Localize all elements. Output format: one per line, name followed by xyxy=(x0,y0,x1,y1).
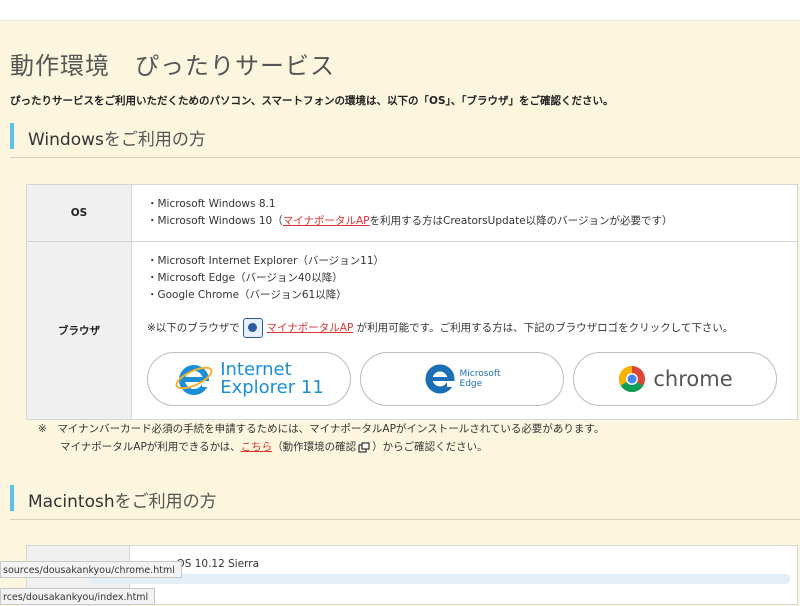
browser-note-prefix: ※以下のブラウザで xyxy=(147,322,240,334)
os-line-win10-prefix: ・Microsoft Windows 10（ xyxy=(147,215,283,227)
footnote-mark: ※ xyxy=(38,423,47,435)
microsoft-edge-button[interactable]: Microsoft Edge xyxy=(360,352,564,406)
windows-section-heading: Windowsをご利用の方 xyxy=(10,119,800,158)
status-bar-url-bottom: rces/dousakankyou/index.html xyxy=(0,588,156,605)
internet-explorer-button[interactable]: Internet Explorer 11 xyxy=(147,352,351,406)
intro-text: ぴったりサービスをご利用いただくためのパソコン、スマートフォンの環境は、以下の「… xyxy=(10,95,614,107)
windows-heading-jp: をご利用の方 xyxy=(103,130,206,150)
browser-header-cell: ブラウザ xyxy=(26,241,132,420)
page-title: 動作環境 ぴったりサービス xyxy=(10,52,335,80)
footnote-line2-suffix: ）からご確認ください。 xyxy=(372,441,488,453)
status-bar-url-top: sources/dousakankyou/chrome.html xyxy=(0,561,182,578)
google-chrome-icon xyxy=(619,365,646,393)
google-chrome-button[interactable]: chrome xyxy=(573,352,777,406)
browser-value-cell: ・Microsoft Internet Explorer（バージョン11） ・M… xyxy=(131,241,798,420)
heading-accent-bar xyxy=(10,123,14,149)
mac-heading-jp: をご利用の方 xyxy=(114,492,217,512)
chrome-label: chrome xyxy=(653,367,733,391)
windows-heading-latin: Windows xyxy=(28,130,104,150)
footnote-line2: マイナポータルAPが利用できるかは、こちら（動作環境の確認 ）からご確認ください。 xyxy=(38,438,604,456)
footnote-line2-prefix: マイナポータルAPが利用できるかは、 xyxy=(60,441,241,453)
os-line-win10: ・Microsoft Windows 10（マイナポータルAPを利用する方はCr… xyxy=(147,213,782,230)
footnote-line2-mid: （動作環境の確認 xyxy=(272,441,357,453)
mac-heading-text: Macintoshをご利用の方 xyxy=(28,487,217,512)
microsoft-edge-icon xyxy=(425,364,456,394)
mac-heading-latin: Macintosh xyxy=(28,492,115,512)
os-row: OS ・Microsoft Windows 8.1 ・Microsoft Win… xyxy=(26,184,798,242)
check-here-link[interactable]: こちら xyxy=(241,441,273,453)
browser-row: ブラウザ ・Microsoft Internet Explorer（バージョン1… xyxy=(26,241,798,420)
browser-line-ie: ・Microsoft Internet Explorer（バージョン11） xyxy=(147,255,385,267)
mac-section-heading: Macintoshをご利用の方 xyxy=(10,481,800,520)
mynaportal-ap-link[interactable]: マイナポータルAP xyxy=(283,215,370,227)
footnote-line1: マイナンバーカード必須の手続を申請するためには、マイナポータルAPがインストール… xyxy=(57,423,605,435)
browser-note: ※以下のブラウザで マイナポータルAP が利用可能です。ご利用する方は、下記のブ… xyxy=(133,304,796,338)
mynaportal-ap-note-link[interactable]: マイナポータルAP xyxy=(267,322,354,334)
footnote: ※ マイナンバーカード必須の手続を申請するためには、マイナポータルAPがインスト… xyxy=(38,420,604,456)
ie-label-line2: Explorer 11 xyxy=(220,377,324,398)
browser-line-edge: ・Microsoft Edge（バージョン40以降） xyxy=(147,272,343,284)
edge-label-line2: Edge xyxy=(459,379,483,389)
internet-explorer-icon xyxy=(175,365,213,395)
browser-line-chrome: ・Google Chrome（バージョン61以降） xyxy=(147,289,347,301)
os-header-cell: OS xyxy=(26,184,132,242)
browser-logo-buttons: Internet Explorer 11 Microsoft Edge chro… xyxy=(133,338,796,418)
browser-note-suffix: が利用可能です。ご利用する方は、下記のブラウザロゴをクリックして下さい。 xyxy=(356,322,734,334)
external-window-icon xyxy=(358,441,370,453)
horizontal-scroll-hint xyxy=(90,574,790,584)
edge-label-line1: Microsoft xyxy=(459,369,501,379)
top-bar xyxy=(0,0,800,21)
mynaportal-app-icon xyxy=(243,318,264,338)
heading-accent-bar xyxy=(10,485,14,511)
os-value-cell: ・Microsoft Windows 8.1 ・Microsoft Window… xyxy=(131,184,798,242)
windows-heading-text: Windowsをご利用の方 xyxy=(28,125,206,150)
os-line-win81: ・Microsoft Windows 8.1 xyxy=(147,198,276,210)
windows-environment-table: OS ・Microsoft Windows 8.1 ・Microsoft Win… xyxy=(26,184,798,420)
os-line-win10-suffix: を利用する方はCreatorsUpdate以降のバージョンが必要です） xyxy=(369,215,673,227)
